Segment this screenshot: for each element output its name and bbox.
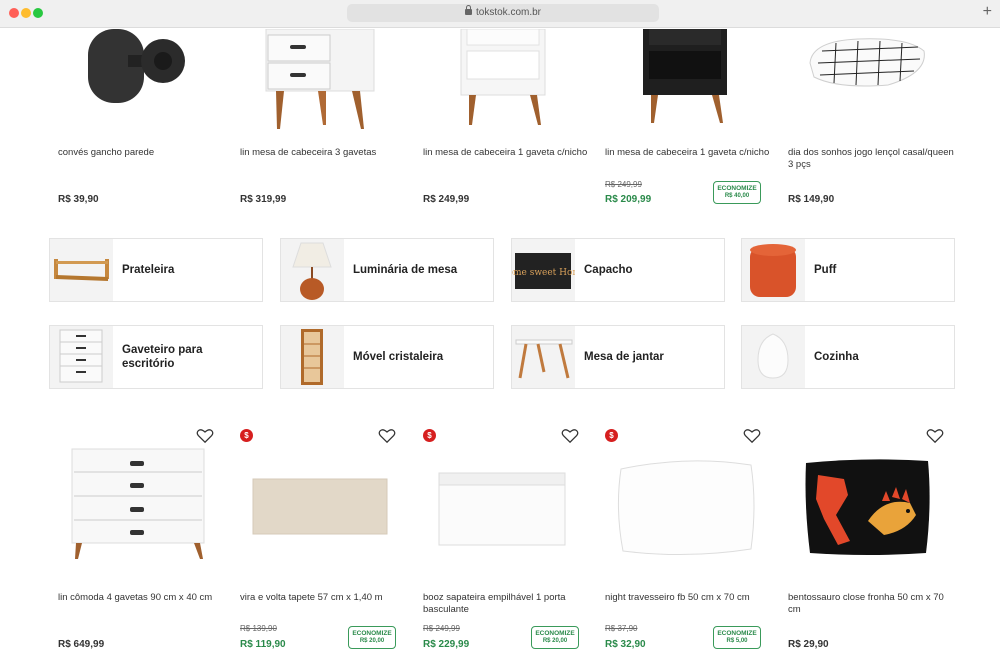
category-puff[interactable]: Puff xyxy=(741,238,955,302)
product-card[interactable]: $ night travesseiro fb 50 cm x 70 cm R$ … xyxy=(605,425,775,658)
product-card[interactable]: lin mesa de cabeceira 3 gavetas R$ 319,9… xyxy=(240,29,410,209)
product-price: R$ 149,90 xyxy=(788,194,835,205)
product-card[interactable]: lin mesa de cabeceira 1 gaveta c/nicho R… xyxy=(605,29,775,209)
category-thumbnail xyxy=(512,326,575,388)
product-old-price: R$ 249,99 xyxy=(423,624,460,633)
maximize-window-button[interactable] xyxy=(33,8,43,18)
category-capacho[interactable]: Home sweet Home Capacho xyxy=(511,238,725,302)
product-price: R$ 119,90 xyxy=(240,639,286,650)
product-price: R$ 29,90 xyxy=(788,639,829,650)
category-cozinha[interactable]: Cozinha xyxy=(741,325,955,389)
category-thumbnail xyxy=(742,326,805,388)
category-label: Prateleira xyxy=(122,264,175,276)
product-card[interactable]: $ booz sapateira empilhável 1 porta basc… xyxy=(423,425,593,658)
product-image xyxy=(805,459,930,555)
product-name: bentossauro close fronha 50 cm x 70 cm xyxy=(788,592,944,615)
product-price: R$ 209,99 xyxy=(605,194,652,205)
product-name: lin mesa de cabeceira 3 gavetas xyxy=(240,147,377,158)
savings-badge: ECONOMIZE R$ 40,00 xyxy=(713,181,761,204)
category-label: Capacho xyxy=(584,264,633,276)
savings-label: ECONOMIZE xyxy=(535,630,575,637)
browser-titlebar: tokstok.com.br + xyxy=(0,0,1000,28)
close-window-button[interactable] xyxy=(9,8,19,18)
product-name: lin mesa de cabeceira 1 gaveta c/nicho xyxy=(423,147,588,158)
heart-outline-icon[interactable] xyxy=(743,428,761,444)
savings-badge: ECONOMIZE R$ 20,00 xyxy=(348,626,396,649)
product-card[interactable]: bentossauro close fronha 50 cm x 70 cm R… xyxy=(788,425,958,658)
category-thumbnail xyxy=(50,326,113,388)
lock-icon xyxy=(464,5,472,16)
product-old-price: R$ 249,99 xyxy=(605,180,642,189)
savings-value: R$ 20,00 xyxy=(359,638,385,644)
category-label: Puff xyxy=(814,264,837,276)
product-card[interactable]: convés gancho parede R$ 39,90 xyxy=(58,29,228,209)
category-movel-cristaleira[interactable]: Móvel cristaleira xyxy=(280,325,494,389)
category-label: Luminária de mesa xyxy=(353,264,458,276)
product-image xyxy=(643,29,727,123)
category-thumbnail: Home sweet Home xyxy=(512,239,575,301)
category-label: Móvel cristaleira xyxy=(353,351,444,363)
heart-outline-icon[interactable] xyxy=(926,428,944,444)
category-prateleira[interactable]: Prateleira xyxy=(49,238,263,302)
product-image xyxy=(265,29,375,129)
product-price: R$ 32,90 xyxy=(605,639,646,650)
dollar-badge-icon: $ xyxy=(423,429,436,442)
product-image xyxy=(252,478,388,535)
product-image xyxy=(617,460,755,556)
dollar-badge-icon: $ xyxy=(240,429,253,442)
product-image xyxy=(71,448,205,559)
product-card[interactable]: dia dos sonhos jogo lençol casal/queen 3… xyxy=(788,29,958,209)
minimize-window-button[interactable] xyxy=(21,8,31,18)
category-label: Mesa de jantar xyxy=(584,351,664,363)
category-thumbnail xyxy=(742,239,805,301)
product-old-price: R$ 37,90 xyxy=(605,624,638,633)
dollar-badge-icon: $ xyxy=(605,429,618,442)
product-name: lin mesa de cabeceira 1 gaveta c/nicho xyxy=(605,147,770,158)
product-old-price: R$ 139,90 xyxy=(240,624,277,633)
category-label: Cozinha xyxy=(814,351,859,363)
savings-label: ECONOMIZE xyxy=(717,185,757,192)
product-price: R$ 249,99 xyxy=(423,194,470,205)
heart-outline-icon[interactable] xyxy=(378,428,396,444)
category-label: Gaveteiro para escritório xyxy=(122,344,203,370)
category-gaveteiro-para-escritorio[interactable]: Gaveteiro para escritório xyxy=(49,325,263,389)
product-name: dia dos sonhos jogo lençol casal/queen 3… xyxy=(788,147,954,170)
category-mesa-de-jantar[interactable]: Mesa de jantar xyxy=(511,325,725,389)
product-card[interactable]: lin cômoda 4 gavetas 90 cm x 40 cm R$ 64… xyxy=(58,425,228,658)
address-bar-url: tokstok.com.br xyxy=(475,7,542,18)
savings-badge: ECONOMIZE R$ 5,00 xyxy=(713,626,761,649)
product-price: R$ 649,99 xyxy=(58,639,105,650)
savings-value: R$ 40,00 xyxy=(724,193,750,199)
address-bar[interactable]: tokstok.com.br xyxy=(347,4,659,22)
product-image xyxy=(460,29,546,125)
new-tab-button[interactable]: + xyxy=(983,3,992,21)
product-card[interactable]: $ vira e volta tapete 57 cm x 1,40 m R$ … xyxy=(240,425,410,658)
category-thumbnail xyxy=(281,326,344,388)
product-image xyxy=(438,472,566,546)
product-card[interactable]: lin mesa de cabeceira 1 gaveta c/nicho R… xyxy=(423,29,593,209)
product-image xyxy=(809,38,925,87)
heart-outline-icon[interactable] xyxy=(561,428,579,444)
product-name: night travesseiro fb 50 cm x 70 cm xyxy=(605,592,750,603)
category-luminaria-de-mesa[interactable]: Luminária de mesa xyxy=(280,238,494,302)
savings-label: ECONOMIZE xyxy=(717,630,757,637)
product-price: R$ 319,99 xyxy=(240,194,287,205)
product-name: convés gancho parede xyxy=(58,147,155,158)
capacho-mat-text: Home sweet Home xyxy=(512,268,575,278)
product-name: booz sapateira empilhável 1 porta bascul… xyxy=(423,592,566,615)
product-name: vira e volta tapete 57 cm x 1,40 m xyxy=(240,592,383,603)
savings-value: R$ 5,00 xyxy=(726,638,748,644)
savings-value: R$ 20,00 xyxy=(542,638,568,644)
product-price: R$ 39,90 xyxy=(58,194,99,205)
category-thumbnail xyxy=(50,239,113,301)
savings-label: ECONOMIZE xyxy=(352,630,392,637)
product-price: R$ 229,99 xyxy=(423,639,470,650)
category-thumbnail xyxy=(281,239,344,301)
product-image xyxy=(88,29,185,103)
savings-badge: ECONOMIZE R$ 20,00 xyxy=(531,626,579,649)
heart-outline-icon[interactable] xyxy=(196,428,214,444)
product-name: lin cômoda 4 gavetas 90 cm x 40 cm xyxy=(58,592,213,603)
